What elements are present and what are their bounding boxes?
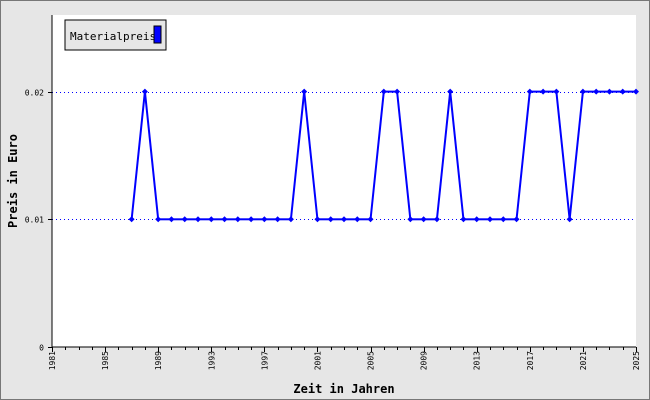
chart-container: 0 0.01 0.02 1981 1985 1989 1993 1997 2001 2005 200… xyxy=(0,0,650,400)
x-tick-label: 1989 xyxy=(154,351,163,370)
x-tick-label: 2005 xyxy=(367,351,376,370)
line-chart: 0 0.01 0.02 1981 1985 1989 1993 1997 2001 2005 200… xyxy=(0,0,650,400)
legend-label: Materialpreis xyxy=(70,30,156,43)
y-tick-label: 0.02 xyxy=(25,89,44,98)
y-axis-title: Preis in Euro xyxy=(6,134,20,228)
y-tick-label: 0 xyxy=(39,344,44,353)
x-tick-label: 1985 xyxy=(101,351,110,370)
x-axis-title: Zeit in Jahren xyxy=(293,382,394,396)
legend-swatch xyxy=(153,25,162,44)
x-tick-label: 2017 xyxy=(526,351,535,370)
x-tick-label: 2013 xyxy=(473,351,482,370)
x-tick-label: 2021 xyxy=(579,351,588,370)
x-tick-label: 2025 xyxy=(632,351,641,370)
x-tick-label: 2009 xyxy=(420,351,429,370)
x-tick-label: 1993 xyxy=(207,351,216,370)
x-tick-label: 1981 xyxy=(48,351,57,370)
legend: Materialpreis xyxy=(64,19,167,51)
y-tick-label: 0.01 xyxy=(25,216,44,225)
x-tick-label: 2001 xyxy=(313,351,322,370)
plot-area xyxy=(52,15,636,347)
x-tick-label: 1997 xyxy=(260,351,269,370)
